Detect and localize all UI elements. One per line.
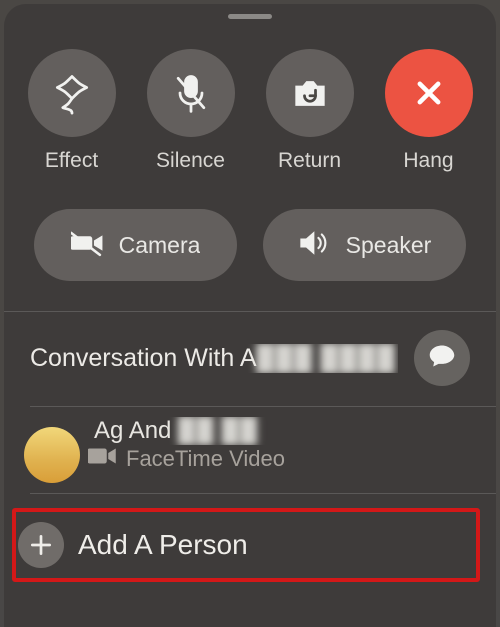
add-person-label: Add A Person — [78, 529, 248, 561]
divider — [30, 493, 496, 494]
participant-texts: Ag And ██ ██ FaceTime Video — [94, 417, 470, 473]
conversation-title: Conversation With A███ ████ — [30, 344, 398, 373]
close-icon — [385, 49, 473, 137]
messages-button[interactable] — [414, 330, 470, 386]
participant-name: Ag And ██ ██ — [94, 417, 470, 445]
flip-camera-icon — [266, 49, 354, 137]
camera-off-icon — [71, 226, 105, 265]
plus-icon — [18, 522, 64, 568]
avatar — [24, 427, 80, 483]
silence-button[interactable]: Silence — [136, 49, 246, 173]
camera-toggle-button[interactable]: Camera — [34, 209, 237, 281]
speaker-icon — [298, 226, 332, 265]
camera-toggle-label: Camera — [119, 232, 201, 259]
hangup-label: Hang — [403, 149, 453, 173]
participant-subtext: FaceTime Video — [88, 445, 470, 473]
conversation-row: Conversation With A███ ████ — [4, 312, 496, 406]
effects-label: Effect — [45, 149, 98, 173]
silence-label: Silence — [156, 149, 225, 173]
return-button[interactable]: Return — [255, 49, 365, 173]
sheet-drag-handle[interactable] — [228, 14, 272, 19]
add-person-button[interactable]: Add A Person — [12, 508, 480, 582]
hangup-button[interactable]: Hang — [374, 49, 484, 173]
facetime-controls-sheet: Effect Silence Return — [4, 4, 496, 627]
video-icon — [88, 445, 118, 473]
mic-off-icon — [147, 49, 235, 137]
speech-bubble-icon — [428, 342, 456, 375]
speaker-button[interactable]: Speaker — [263, 209, 466, 281]
effects-icon — [28, 49, 116, 137]
participant-row[interactable]: Ag And ██ ██ FaceTime Video — [4, 407, 496, 493]
action-button-row: Effect Silence Return — [4, 39, 496, 173]
toggle-button-row: Camera Speaker — [4, 173, 496, 311]
speaker-label: Speaker — [346, 232, 432, 259]
return-label: Return — [278, 149, 341, 173]
effects-button[interactable]: Effect — [17, 49, 127, 173]
